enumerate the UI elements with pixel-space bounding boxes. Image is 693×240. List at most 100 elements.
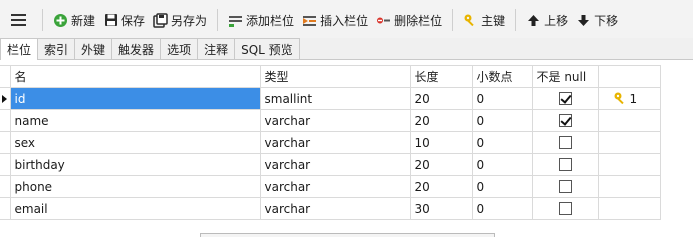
tab-sql-preview[interactable]: SQL 预览 bbox=[234, 38, 300, 59]
not-null-checkbox[interactable] bbox=[558, 180, 572, 193]
fields-grid: 名 类型 长度 小数点 不是 null id smallint 20 0 1 n… bbox=[0, 65, 661, 220]
row-indicator bbox=[0, 131, 11, 154]
delete-field-button[interactable]: 删除栏位 bbox=[372, 7, 446, 33]
field-decimals-cell[interactable]: 0 bbox=[471, 87, 533, 110]
row-indicator bbox=[0, 197, 11, 220]
save-as-button[interactable]: 另存为 bbox=[149, 7, 211, 33]
horizontal-scrollbar[interactable] bbox=[200, 233, 495, 237]
table-row[interactable]: email varchar 30 0 bbox=[0, 197, 661, 220]
field-type-cell[interactable]: varchar bbox=[259, 197, 411, 220]
field-length-cell[interactable]: 20 bbox=[409, 175, 473, 198]
field-type-cell[interactable]: smallint bbox=[259, 87, 411, 110]
not-null-checkbox[interactable] bbox=[558, 136, 572, 149]
field-length-cell[interactable]: 10 bbox=[409, 131, 473, 154]
header-name[interactable]: 名 bbox=[9, 65, 261, 88]
tab-comment[interactable]: 注释 bbox=[197, 38, 236, 59]
field-type-cell[interactable]: varchar bbox=[259, 153, 411, 176]
current-row-arrow-icon bbox=[2, 94, 7, 103]
not-null-cell[interactable] bbox=[531, 131, 599, 154]
tab-indexes[interactable]: 索引 bbox=[37, 38, 76, 59]
field-name-cell[interactable]: email bbox=[9, 197, 261, 220]
table-row[interactable]: name varchar 20 0 bbox=[0, 109, 661, 132]
field-length-cell[interactable]: 20 bbox=[409, 153, 473, 176]
key-cell[interactable] bbox=[597, 109, 661, 132]
tab-options[interactable]: 选项 bbox=[160, 38, 199, 59]
not-null-cell[interactable] bbox=[531, 175, 599, 198]
field-decimals-cell[interactable]: 0 bbox=[471, 197, 533, 220]
primary-key-label: 主键 bbox=[481, 13, 506, 28]
add-field-label: 添加栏位 bbox=[246, 13, 295, 28]
header-key[interactable] bbox=[597, 65, 661, 88]
header-type[interactable]: 类型 bbox=[259, 65, 411, 88]
delete-field-icon bbox=[376, 13, 391, 28]
toolbar-separator bbox=[217, 9, 219, 31]
arrow-down-icon bbox=[576, 13, 591, 28]
table-row[interactable]: sex varchar 10 0 bbox=[0, 131, 661, 154]
arrow-up-icon bbox=[526, 13, 541, 28]
key-cell[interactable] bbox=[597, 153, 661, 176]
not-null-checkbox[interactable] bbox=[558, 92, 572, 105]
new-label: 新建 bbox=[71, 13, 96, 28]
key-cell[interactable] bbox=[597, 197, 661, 220]
field-decimals-cell[interactable]: 0 bbox=[471, 131, 533, 154]
table-row[interactable]: phone varchar 20 0 bbox=[0, 175, 661, 198]
row-indicator bbox=[0, 87, 11, 110]
save-as-label: 另存为 bbox=[171, 13, 208, 28]
new-plus-icon bbox=[53, 13, 68, 28]
key-icon bbox=[463, 13, 478, 28]
not-null-checkbox[interactable] bbox=[558, 202, 572, 215]
not-null-cell[interactable] bbox=[531, 87, 599, 110]
header-length[interactable]: 长度 bbox=[409, 65, 473, 88]
field-decimals-cell[interactable]: 0 bbox=[471, 175, 533, 198]
save-disk-icon bbox=[103, 13, 118, 28]
table-row[interactable]: id smallint 20 0 1 bbox=[0, 87, 661, 110]
header-indicator bbox=[0, 65, 11, 88]
not-null-checkbox[interactable] bbox=[558, 114, 572, 127]
tab-fields[interactable]: 栏位 bbox=[0, 38, 39, 60]
key-order: 1 bbox=[629, 91, 638, 106]
add-field-button[interactable]: 添加栏位 bbox=[224, 7, 298, 33]
field-name-cell[interactable]: phone bbox=[9, 175, 261, 198]
key-cell[interactable] bbox=[597, 175, 661, 198]
field-type-cell[interactable]: varchar bbox=[259, 109, 411, 132]
field-decimals-cell[interactable]: 0 bbox=[471, 109, 533, 132]
move-up-label: 上移 bbox=[544, 13, 569, 28]
save-label: 保存 bbox=[121, 13, 146, 28]
field-type-cell[interactable]: varchar bbox=[259, 131, 411, 154]
move-down-button[interactable]: 下移 bbox=[572, 7, 622, 33]
toolbar-separator bbox=[452, 9, 454, 31]
not-null-checkbox[interactable] bbox=[558, 158, 572, 171]
header-decimals[interactable]: 小数点 bbox=[471, 65, 533, 88]
not-null-cell[interactable] bbox=[531, 109, 599, 132]
field-name-cell[interactable]: id bbox=[9, 87, 261, 110]
field-name-cell[interactable]: name bbox=[9, 109, 261, 132]
delete-field-label: 删除栏位 bbox=[394, 13, 443, 28]
move-up-button[interactable]: 上移 bbox=[522, 7, 572, 33]
add-field-icon bbox=[228, 13, 243, 28]
new-button[interactable]: 新建 bbox=[49, 7, 99, 33]
primary-key-button[interactable]: 主键 bbox=[459, 7, 509, 33]
key-cell[interactable] bbox=[597, 131, 661, 154]
field-name-cell[interactable]: birthday bbox=[9, 153, 261, 176]
field-name-cell[interactable]: sex bbox=[9, 131, 261, 154]
toolbar-separator bbox=[42, 9, 43, 31]
move-down-label: 下移 bbox=[594, 13, 619, 28]
menu-button[interactable] bbox=[0, 0, 36, 40]
field-length-cell[interactable]: 30 bbox=[409, 197, 473, 220]
hamburger-icon bbox=[10, 14, 26, 26]
key-cell[interactable]: 1 bbox=[597, 87, 661, 110]
table-row[interactable]: birthday varchar 20 0 bbox=[0, 153, 661, 176]
toolbar-separator bbox=[515, 9, 517, 31]
insert-field-label: 插入栏位 bbox=[320, 13, 369, 28]
tab-triggers[interactable]: 触发器 bbox=[111, 38, 162, 59]
tab-foreign-keys[interactable]: 外键 bbox=[74, 38, 113, 59]
insert-field-button[interactable]: 插入栏位 bbox=[298, 7, 372, 33]
not-null-cell[interactable] bbox=[531, 197, 599, 220]
field-type-cell[interactable]: varchar bbox=[259, 175, 411, 198]
header-not-null[interactable]: 不是 null bbox=[531, 65, 599, 88]
not-null-cell[interactable] bbox=[531, 153, 599, 176]
field-length-cell[interactable]: 20 bbox=[409, 109, 473, 132]
field-decimals-cell[interactable]: 0 bbox=[471, 153, 533, 176]
field-length-cell[interactable]: 20 bbox=[409, 87, 473, 110]
save-button[interactable]: 保存 bbox=[99, 7, 149, 33]
